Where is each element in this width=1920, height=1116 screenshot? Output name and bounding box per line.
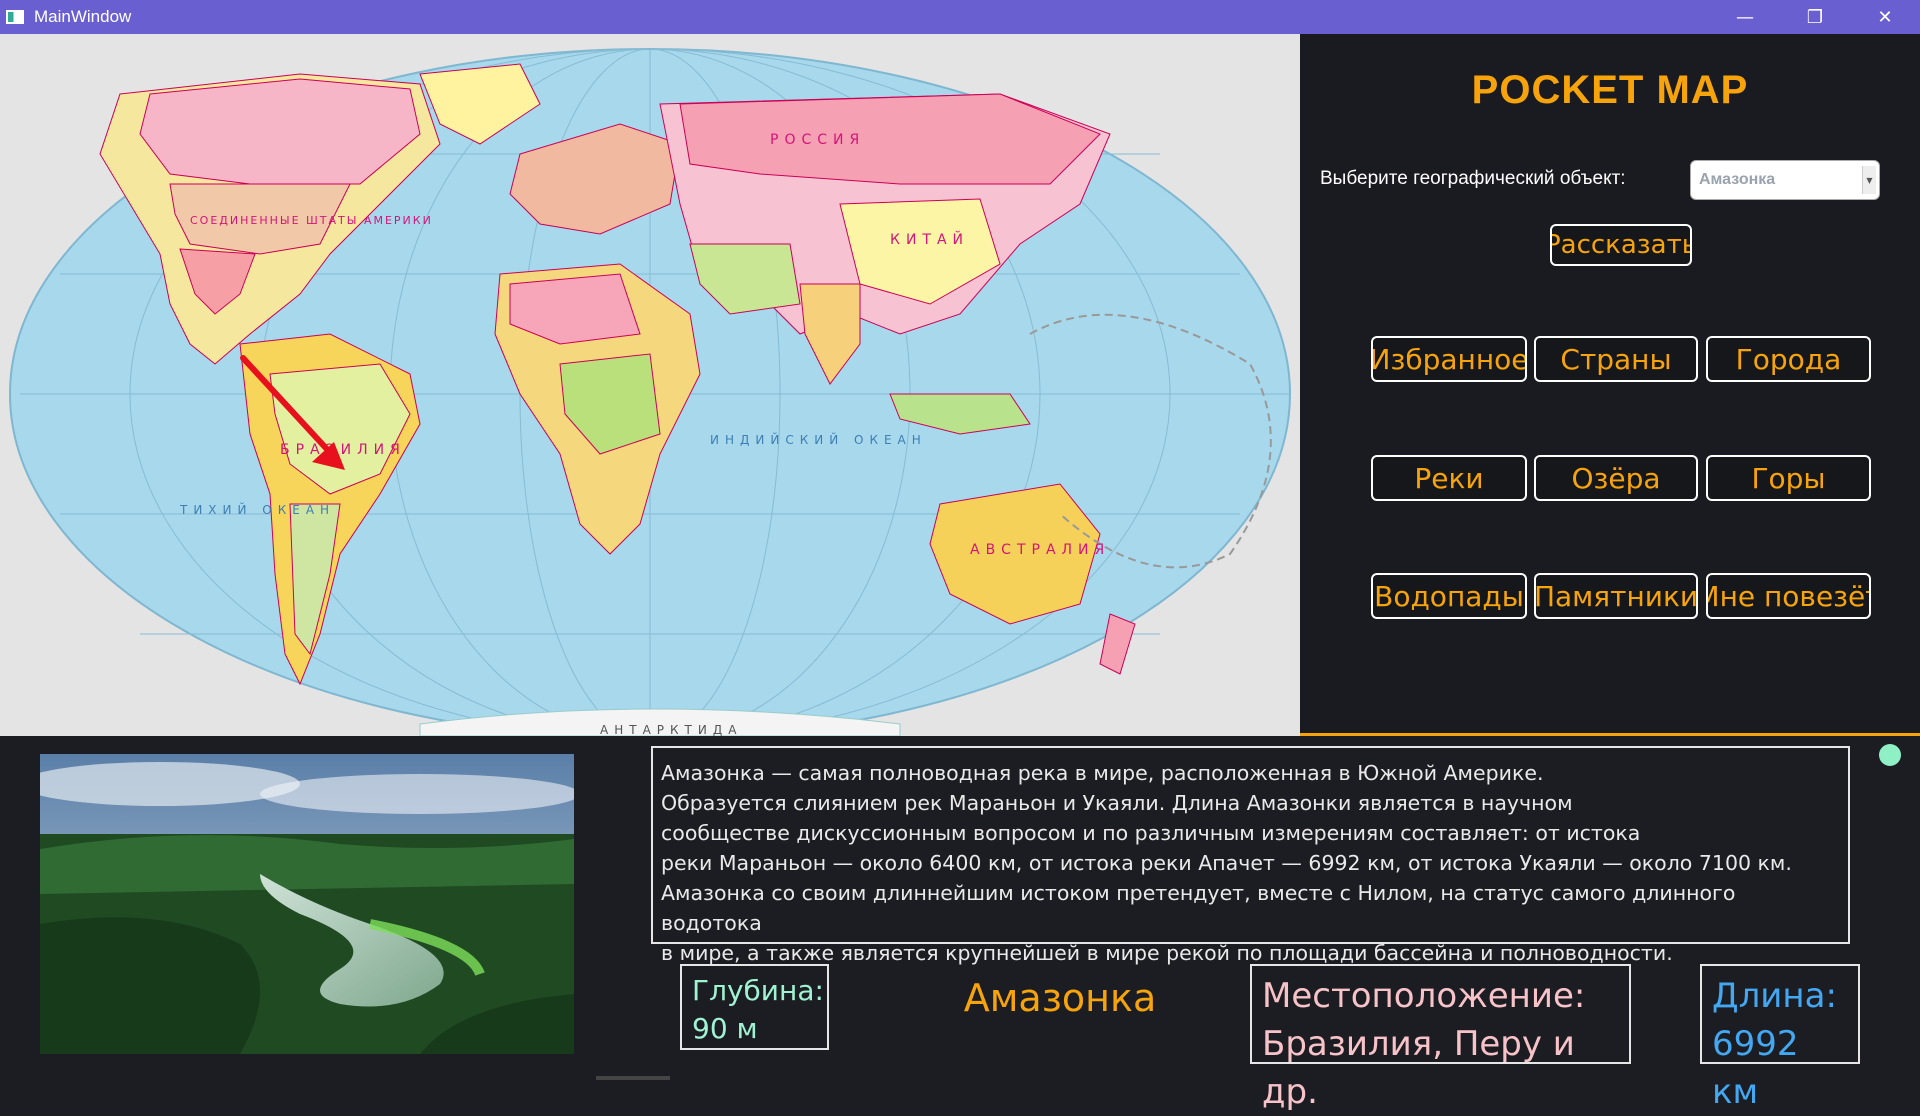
- countries-button[interactable]: Страны: [1534, 336, 1698, 382]
- favorites-button[interactable]: Избранное: [1371, 336, 1527, 382]
- tell-button[interactable]: Рассказать: [1550, 224, 1692, 266]
- world-map[interactable]: СОЕДИНЕННЫЕ ШТАТЫ АМЕРИКИ БРАЗИЛИЯ РОССИ…: [0, 34, 1300, 736]
- label-pacific: ТИХИЙ ОКЕАН: [179, 502, 335, 517]
- canada: [139, 78, 421, 185]
- label-russia: РОССИЯ: [770, 132, 865, 148]
- location-value: Бразилия, Перу и др.: [1262, 1024, 1575, 1112]
- depth-value: 90 м: [692, 1012, 758, 1045]
- feeling-lucky-button[interactable]: Мне повезёт: [1706, 573, 1871, 619]
- waterfalls-button[interactable]: Водопады: [1371, 573, 1527, 619]
- location-box: Местоположение: Бразилия, Перу и др.: [1250, 964, 1631, 1112]
- location-label: Местоположение:: [1262, 976, 1586, 1016]
- minimize-button[interactable]: —: [1710, 0, 1780, 34]
- select-label: Выберите географический объект:: [1320, 168, 1626, 189]
- app-title: POCKET MAP: [1471, 68, 1749, 112]
- river-photo-drawing: [40, 754, 574, 1054]
- rivers-button[interactable]: Реки: [1371, 455, 1527, 501]
- close-button[interactable]: ✕: [1850, 0, 1920, 34]
- object-select[interactable]: Амазонка ▼: [1690, 160, 1880, 200]
- control-panel: POCKET MAP Выберите географический объек…: [1300, 34, 1920, 736]
- label-brazil: БРАЗИЛИЯ: [280, 442, 406, 458]
- label-china: КИТАЙ: [890, 230, 969, 248]
- length-box: Длина: 6992 км: [1700, 964, 1860, 1112]
- lakes-button[interactable]: Озёра: [1534, 455, 1698, 501]
- object-name: Амазонка: [963, 976, 1157, 1020]
- maximize-button[interactable]: ❐: [1780, 0, 1850, 34]
- window-controls: — ❐ ✕: [1710, 0, 1920, 34]
- resize-grip[interactable]: [596, 1076, 670, 1080]
- label-antarctica: АНТАРКТИДА: [600, 723, 742, 736]
- world-map-drawing: СОЕДИНЕННЫЕ ШТАТЫ АМЕРИКИ БРАЗИЛИЯ РОССИ…: [9, 48, 1291, 736]
- description-text: Амазонка — самая полноводная река в мире…: [651, 746, 1850, 965]
- chevron-down-icon[interactable]: ▼: [1862, 166, 1876, 194]
- mountains-button[interactable]: Горы: [1706, 455, 1871, 501]
- info-area: Амазонка — самая полноводная река в мире…: [0, 736, 1920, 1112]
- app-icon: [6, 10, 24, 24]
- status-indicator: [1879, 744, 1901, 766]
- title-bar: MainWindow — ❐ ✕: [0, 0, 1920, 34]
- window-title: MainWindow: [34, 7, 132, 26]
- depth-box: Глубина: 90 м: [680, 964, 829, 1050]
- length-value: 6992 км: [1712, 1024, 1799, 1112]
- river-photo: [40, 754, 574, 1054]
- label-usa: СОЕДИНЕННЫЕ ШТАТЫ АМЕРИКИ: [190, 214, 433, 227]
- cities-button[interactable]: Города: [1706, 336, 1871, 382]
- depth-label: Глубина:: [692, 974, 824, 1007]
- object-select-value: Амазонка: [1699, 171, 1776, 188]
- monuments-button[interactable]: Памятники: [1534, 573, 1698, 619]
- label-indian-ocean: ИНДИЙСКИЙ ОКЕАН: [710, 432, 927, 447]
- label-australia: АВСТРАЛИЯ: [970, 542, 1110, 558]
- length-label: Длина:: [1712, 976, 1837, 1016]
